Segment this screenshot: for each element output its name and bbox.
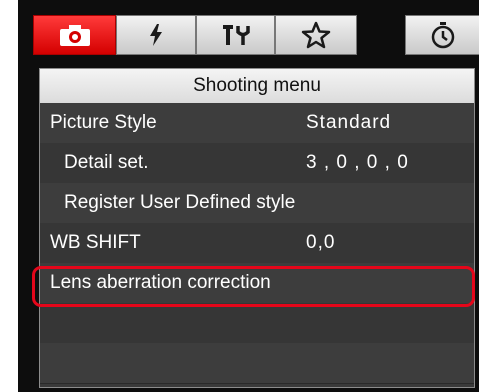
tools-icon (222, 25, 250, 45)
menu-item-wb-shift[interactable]: WB SHIFT 0,0 (40, 223, 474, 264)
tab-timer[interactable] (405, 15, 479, 55)
timer-icon (431, 22, 455, 49)
menu-item-label: Detail set. (64, 152, 149, 173)
menu-item-label: Picture Style (50, 112, 157, 133)
menu-item-picture-style[interactable]: Picture Style Standard (40, 103, 474, 144)
selection-highlight (32, 266, 475, 307)
tab-flash[interactable] (116, 15, 196, 55)
camera-icon (59, 25, 90, 46)
menu-item-value: Standard (306, 112, 392, 133)
menu-item-label: Register User Defined style (64, 192, 296, 213)
empty-row (40, 303, 474, 344)
shooting-menu-panel: Shooting menu Picture Style Standard Det… (39, 68, 475, 388)
menu-item-value: 0,0 (306, 232, 336, 253)
menu-item-value: 3 , 0 , 0 , 0 (306, 152, 409, 173)
tab-shooting[interactable] (33, 15, 116, 55)
menu-title: Shooting menu (40, 69, 474, 104)
menu-item-label: WB SHIFT (50, 232, 141, 253)
menu-item-detail-set[interactable]: Detail set. 3 , 0 , 0 , 0 (40, 143, 474, 184)
empty-row (40, 343, 474, 384)
tab-tools[interactable] (196, 15, 275, 55)
star-icon (301, 21, 331, 49)
lightning-icon (150, 24, 162, 46)
tab-my-menu[interactable] (275, 15, 357, 55)
menu-item-register-user-style[interactable]: Register User Defined style (40, 183, 474, 224)
